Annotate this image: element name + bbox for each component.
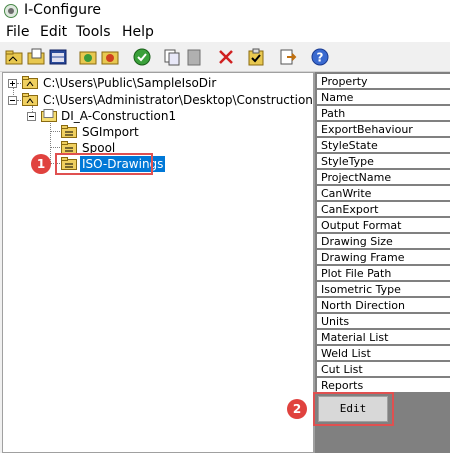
property-row[interactable]: Output Format: [317, 218, 450, 233]
tree-item-construction1[interactable]: C:\Users\Administrator\Desktop\Construct…: [3, 92, 321, 108]
property-row[interactable]: Drawing Size: [317, 234, 450, 249]
menu-edit[interactable]: Edit: [40, 24, 67, 40]
tree-item-label: DI_A-Construction1: [61, 109, 177, 123]
property-row[interactable]: Plot File Path: [317, 266, 450, 281]
window-title: I-Configure: [24, 2, 102, 18]
property-row[interactable]: Name: [317, 90, 450, 105]
refresh-icon[interactable]: [100, 47, 120, 67]
property-row[interactable]: Units: [317, 314, 450, 329]
property-row[interactable]: Weld List: [317, 346, 450, 361]
property-row[interactable]: Cut List: [317, 362, 450, 377]
tree-item-sample-iso-dir[interactable]: C:\Users\Public\SampleIsoDir: [3, 75, 303, 91]
tree-item-sgimport[interactable]: SGImport: [3, 124, 303, 140]
highlight-box: [313, 392, 394, 426]
tree-item-label: SGImport: [82, 125, 139, 139]
check-icon[interactable]: [132, 47, 152, 67]
property-row[interactable]: Path: [317, 106, 450, 121]
property-row[interactable]: Material List: [317, 330, 450, 345]
tree-item-label: C:\Users\Administrator\Desktop\Construct…: [43, 93, 321, 107]
expand-plus-icon[interactable]: [8, 79, 17, 88]
collapse-minus-icon[interactable]: [8, 96, 17, 105]
property-row[interactable]: CanWrite: [317, 186, 450, 201]
menu-bar: File Edit Tools Help: [0, 22, 450, 42]
property-row[interactable]: ExportBehaviour: [317, 122, 450, 137]
folder-icon: [22, 93, 38, 106]
tree-item-di-a-construction1[interactable]: DI_A-Construction1: [3, 108, 303, 124]
tree-item-spool[interactable]: Spool: [3, 140, 303, 156]
open-folder-icon[interactable]: [4, 47, 24, 67]
recycle-icon[interactable]: [78, 47, 98, 67]
property-header: Property: [317, 74, 450, 89]
folder-icon: [22, 76, 38, 89]
highlight-box: [55, 153, 153, 175]
folder-icon: [61, 125, 77, 138]
copy-icon[interactable]: [162, 47, 182, 67]
open-folder-icon: [41, 109, 57, 122]
step-badge-1: 1: [31, 154, 51, 174]
step-badge-2: 2: [287, 399, 307, 419]
property-row[interactable]: Drawing Frame: [317, 250, 450, 265]
property-row[interactable]: ProjectName: [317, 170, 450, 185]
collapse-minus-icon[interactable]: [27, 112, 36, 121]
menu-tools[interactable]: Tools: [76, 24, 111, 40]
delete-icon[interactable]: [216, 47, 236, 67]
menu-help[interactable]: Help: [122, 24, 154, 40]
menu-file[interactable]: File: [6, 24, 29, 40]
property-row[interactable]: StyleState: [317, 138, 450, 153]
app-icon: [4, 4, 18, 18]
help-icon[interactable]: ?: [310, 47, 330, 67]
paste-icon[interactable]: [184, 47, 204, 67]
svg-text:?: ?: [317, 51, 324, 65]
property-row[interactable]: CanExport: [317, 202, 450, 217]
export-icon[interactable]: [278, 47, 298, 67]
grid-icon[interactable]: [48, 47, 68, 67]
property-row[interactable]: North Direction: [317, 298, 450, 313]
tree-item-label: C:\Users\Public\SampleIsoDir: [43, 76, 217, 90]
tree-view[interactable]: C:\Users\Public\SampleIsoDir C:\Users\Ad…: [2, 72, 321, 453]
title-bar: I-Configure: [0, 0, 450, 22]
open-file-icon[interactable]: [26, 47, 46, 67]
property-row[interactable]: StyleType: [317, 154, 450, 169]
property-row[interactable]: Isometric Type: [317, 282, 450, 297]
toolbar: ?: [0, 43, 450, 72]
property-row[interactable]: Reports: [317, 378, 450, 393]
clipboard-check-icon[interactable]: [246, 47, 266, 67]
